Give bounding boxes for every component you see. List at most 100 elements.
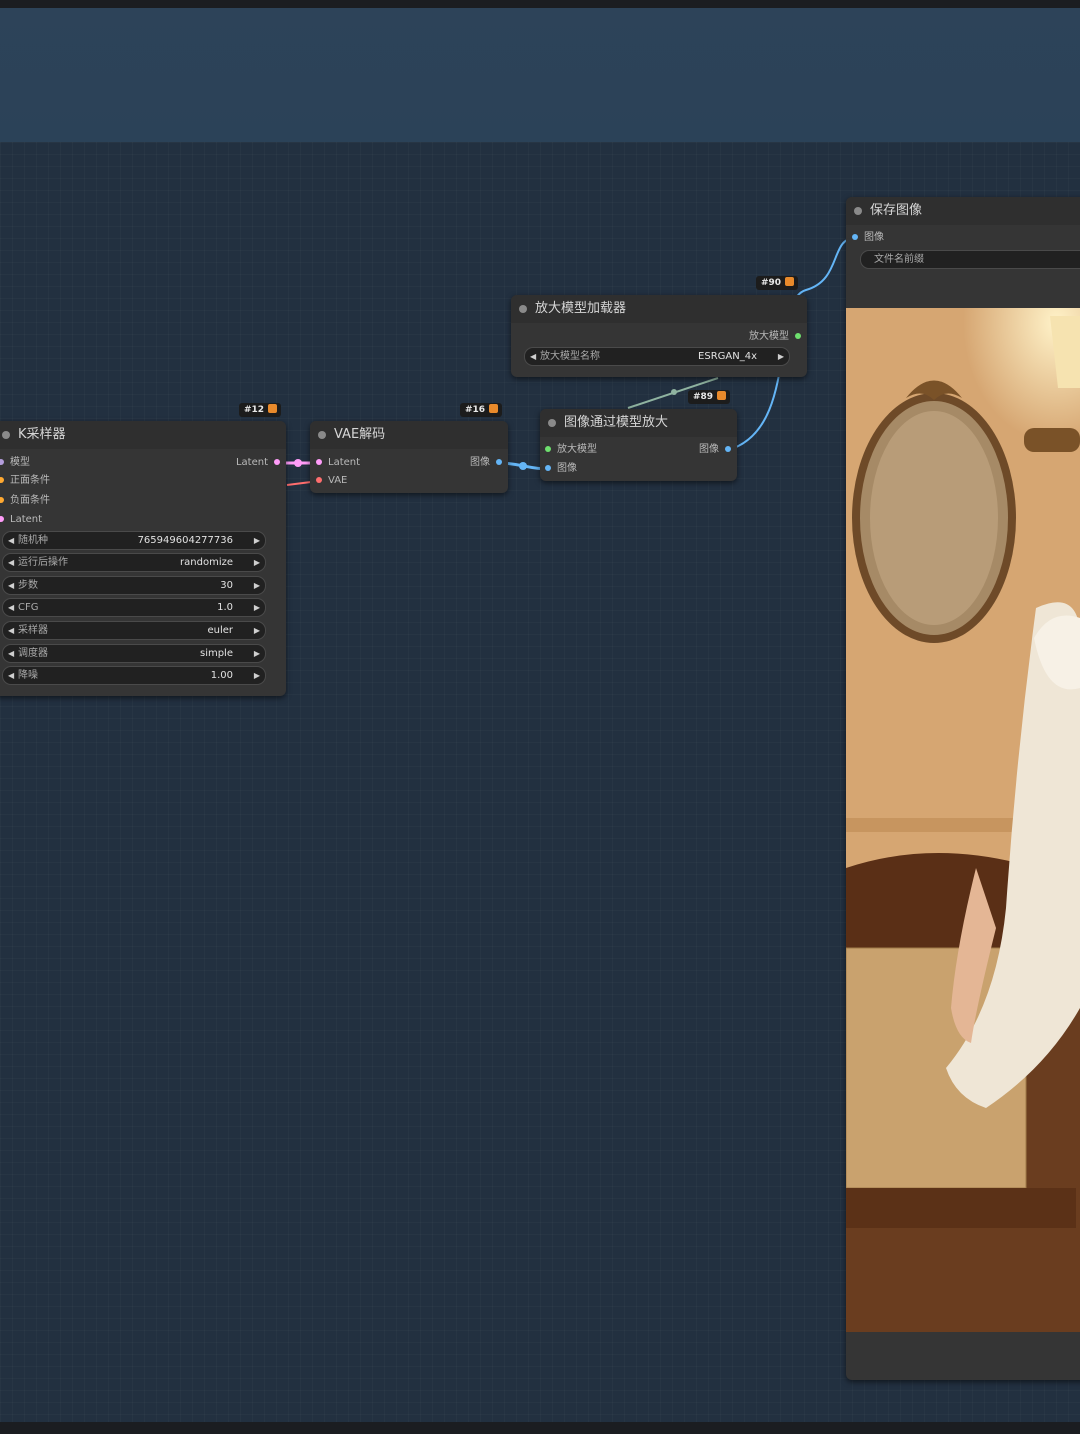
node-title-bar[interactable]: 图像通过模型放大 xyxy=(540,409,737,437)
pin-icon[interactable] xyxy=(0,477,4,483)
output-slot-latent[interactable]: Latent xyxy=(236,456,280,470)
group-header-band xyxy=(0,8,1080,142)
ksampler-node[interactable]: K采样器 模型 正面条件 负面条件 Latent Latent ◀ 随机种 76… xyxy=(0,421,286,696)
decrement-arrow-icon[interactable]: ◀ xyxy=(8,577,14,594)
widget-cfg[interactable]: ◀ CFG 1.0 ▶ xyxy=(2,598,266,617)
widget-denoise[interactable]: ◀ 降噪 1.00 ▶ xyxy=(2,666,266,685)
decrement-arrow-icon[interactable]: ◀ xyxy=(530,348,536,365)
increment-arrow-icon[interactable]: ▶ xyxy=(254,554,260,571)
widget-value: euler xyxy=(207,625,233,636)
collapse-dot-icon[interactable] xyxy=(2,431,10,439)
pin-icon[interactable] xyxy=(316,459,322,465)
widget-scheduler[interactable]: ◀ 调度器 simple ▶ xyxy=(2,644,266,663)
top-bar xyxy=(0,0,1080,8)
node-id: #89 xyxy=(693,392,714,402)
widget-label: CFG xyxy=(18,602,39,613)
output-slot-upscale-model[interactable]: 放大模型 xyxy=(749,330,801,344)
node-id: #12 xyxy=(244,405,265,415)
node-title: K采样器 xyxy=(18,427,66,442)
collapse-dot-icon[interactable] xyxy=(519,305,527,313)
widget-label: 降噪 xyxy=(18,670,38,681)
increment-arrow-icon[interactable]: ▶ xyxy=(254,532,260,549)
decrement-arrow-icon[interactable]: ◀ xyxy=(8,622,14,639)
input-slot-image[interactable]: 图像 xyxy=(545,462,577,476)
node-title: 图像通过模型放大 xyxy=(564,415,669,430)
widget-label: 文件名前缀 xyxy=(874,254,924,265)
widget-seed[interactable]: ◀ 随机种 765949604277736 ▶ xyxy=(2,531,266,550)
input-slot-upscale-model[interactable]: 放大模型 xyxy=(545,443,597,457)
input-slot-vae[interactable]: VAE xyxy=(316,474,347,488)
decrement-arrow-icon[interactable]: ◀ xyxy=(8,554,14,571)
input-slot-latent[interactable]: Latent xyxy=(316,456,360,470)
increment-arrow-icon[interactable]: ▶ xyxy=(778,348,784,365)
collapse-dot-icon[interactable] xyxy=(854,207,862,215)
widget-filename-prefix[interactable]: 文件名前缀 xyxy=(860,250,1080,269)
node-title-bar[interactable]: 保存图像 xyxy=(846,197,1080,225)
node-id: #90 xyxy=(761,278,782,288)
input-slot-latent[interactable]: Latent xyxy=(0,513,42,527)
slot-label: Latent xyxy=(235,457,268,468)
node-badge-upscale-loader: #90 xyxy=(756,276,799,290)
pin-icon[interactable] xyxy=(795,333,801,339)
collapse-dot-icon[interactable] xyxy=(318,431,326,439)
input-slot-model[interactable]: 模型 xyxy=(0,456,30,470)
pin-icon[interactable] xyxy=(496,459,502,465)
pin-icon[interactable] xyxy=(0,497,4,503)
node-title: VAE解码 xyxy=(334,427,386,442)
pin-icon[interactable] xyxy=(545,465,551,471)
slot-label: 图像 xyxy=(864,232,884,243)
fox-icon xyxy=(489,404,499,413)
pin-icon[interactable] xyxy=(725,446,731,452)
decrement-arrow-icon[interactable]: ◀ xyxy=(8,645,14,662)
slot-label: Latent xyxy=(328,457,361,468)
widget-control-after-generate[interactable]: ◀ 运行后操作 randomize ▶ xyxy=(2,553,266,572)
image-upscale-with-model-node[interactable]: 图像通过模型放大 放大模型 图像 图像 xyxy=(540,409,737,481)
slot-label: 放大模型 xyxy=(557,444,597,455)
widget-value: simple xyxy=(199,648,233,659)
preview-photo xyxy=(846,308,1080,1332)
output-slot-image[interactable]: 图像 xyxy=(699,443,731,457)
node-title-bar[interactable]: VAE解码 xyxy=(310,421,508,449)
pin-icon[interactable] xyxy=(852,234,858,240)
pin-icon[interactable] xyxy=(0,459,4,465)
generated-image-preview[interactable] xyxy=(846,308,1080,1332)
node-badge-vae-decode: #16 xyxy=(460,403,503,417)
pin-icon[interactable] xyxy=(0,516,4,522)
increment-arrow-icon[interactable]: ▶ xyxy=(254,599,260,616)
widget-steps[interactable]: ◀ 步数 30 ▶ xyxy=(2,576,266,595)
increment-arrow-icon[interactable]: ▶ xyxy=(254,577,260,594)
pin-icon[interactable] xyxy=(274,459,280,465)
slot-label: 图像 xyxy=(470,457,490,468)
upscale-model-loader-node[interactable]: 放大模型加载器 放大模型 ◀ 放大模型名称 ESRGAN_4x ▶ xyxy=(511,295,807,377)
input-slot-negative[interactable]: 负面条件 xyxy=(0,494,50,508)
widget-upscale-model-name[interactable]: ◀ 放大模型名称 ESRGAN_4x ▶ xyxy=(524,347,790,366)
widget-label: 放大模型名称 xyxy=(540,351,600,362)
widget-label: 运行后操作 xyxy=(18,557,68,568)
vae-decode-node[interactable]: VAE解码 Latent VAE 图像 xyxy=(310,421,508,493)
decrement-arrow-icon[interactable]: ◀ xyxy=(8,667,14,684)
fox-icon xyxy=(717,391,727,400)
increment-arrow-icon[interactable]: ▶ xyxy=(254,645,260,662)
widget-sampler[interactable]: ◀ 采样器 euler ▶ xyxy=(2,621,266,640)
widget-value: ESRGAN_4x xyxy=(698,351,757,362)
increment-arrow-icon[interactable]: ▶ xyxy=(254,622,260,639)
fox-icon xyxy=(268,404,278,413)
pin-icon[interactable] xyxy=(316,477,322,483)
input-slot-image[interactable]: 图像 xyxy=(852,231,884,245)
output-slot-image[interactable]: 图像 xyxy=(470,456,502,470)
input-slot-positive[interactable]: 正面条件 xyxy=(0,474,50,488)
node-title-bar[interactable]: 放大模型加载器 xyxy=(511,295,807,323)
increment-arrow-icon[interactable]: ▶ xyxy=(254,667,260,684)
collapse-dot-icon[interactable] xyxy=(548,419,556,427)
widget-value: 30 xyxy=(220,580,233,591)
pin-icon[interactable] xyxy=(545,446,551,452)
node-id: #16 xyxy=(465,405,486,415)
decrement-arrow-icon[interactable]: ◀ xyxy=(8,532,14,549)
slot-label: 图像 xyxy=(557,463,577,474)
decrement-arrow-icon[interactable]: ◀ xyxy=(8,599,14,616)
fox-icon xyxy=(785,277,795,286)
widget-value: randomize xyxy=(180,557,233,568)
widget-value: 1.0 xyxy=(217,602,233,613)
widget-label: 随机种 xyxy=(18,535,48,546)
node-title-bar[interactable]: K采样器 xyxy=(0,421,286,449)
